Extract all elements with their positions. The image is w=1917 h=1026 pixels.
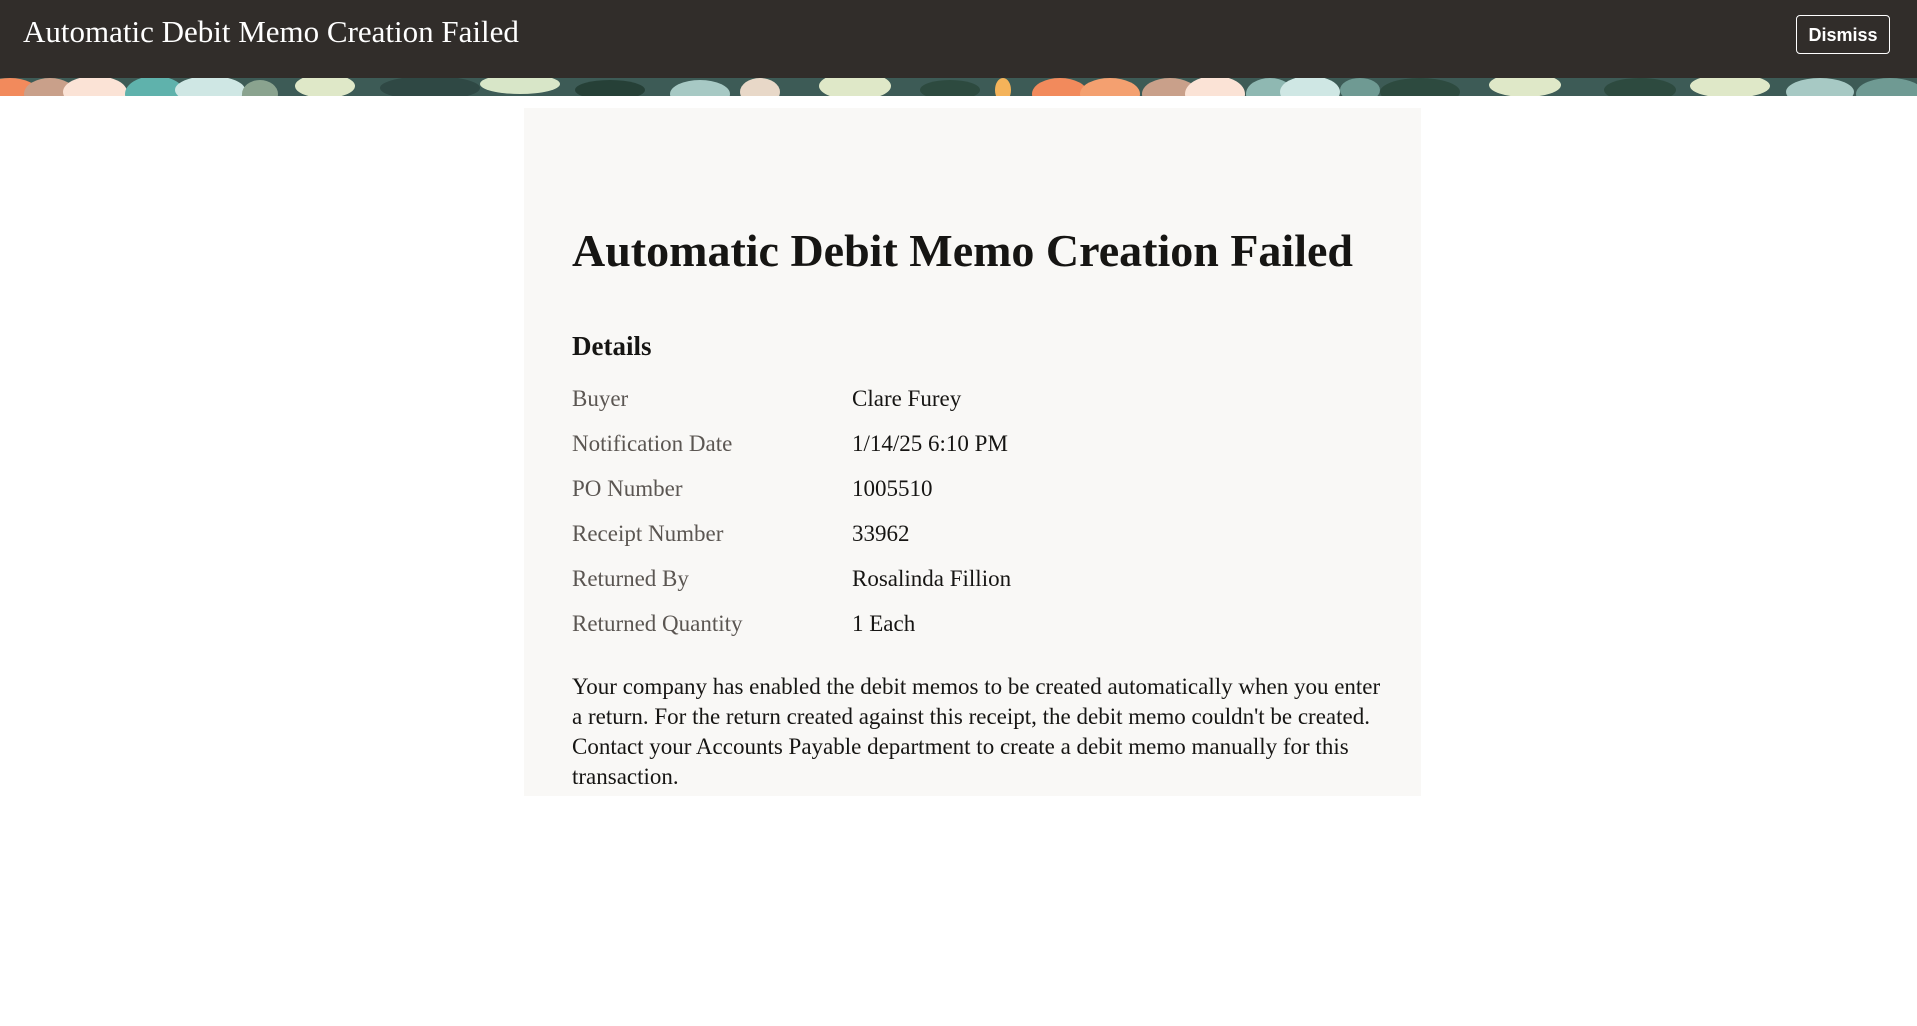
details-row-receipt-number: Receipt Number 33962 <box>572 521 1392 566</box>
notification-message: Your company has enabled the debit memos… <box>572 674 1381 789</box>
details-value: 1005510 <box>852 476 933 501</box>
header-title: Automatic Debit Memo Creation Failed <box>23 14 519 49</box>
details-value: 1/14/25 6:10 PM <box>852 431 1008 456</box>
details-row-returned-quantity: Returned Quantity 1 Each <box>572 611 1392 656</box>
details-row-buyer: Buyer Clare Furey <box>572 386 1392 431</box>
details-row-notification-date: Notification Date 1/14/25 6:10 PM <box>572 431 1392 476</box>
details-label: Returned Quantity <box>572 611 743 636</box>
details-section-title: Details <box>572 331 652 361</box>
details-label: Buyer <box>572 386 629 411</box>
details-row-returned-by: Returned By Rosalinda Fillion <box>572 566 1392 611</box>
details-list: Buyer Clare Furey Notification Date 1/14… <box>572 386 1392 656</box>
dismiss-button[interactable]: Dismiss <box>1796 15 1890 54</box>
notification-card: Automatic Debit Memo Creation Failed Det… <box>524 108 1421 796</box>
details-label: Returned By <box>572 566 689 591</box>
details-value: 33962 <box>852 521 910 546</box>
banner-pattern-image <box>0 78 1917 96</box>
header-bar: Automatic Debit Memo Creation Failed Dis… <box>0 0 1917 78</box>
decorative-banner <box>0 78 1917 96</box>
details-value: Rosalinda Fillion <box>852 566 1012 591</box>
details-label: Receipt Number <box>572 521 724 546</box>
details-value: 1 Each <box>852 611 916 636</box>
page-title: Automatic Debit Memo Creation Failed <box>572 225 1353 276</box>
details-value: Clare Furey <box>852 386 962 411</box>
details-row-po-number: PO Number 1005510 <box>572 476 1392 521</box>
details-label: PO Number <box>572 476 683 501</box>
details-label: Notification Date <box>572 431 733 456</box>
